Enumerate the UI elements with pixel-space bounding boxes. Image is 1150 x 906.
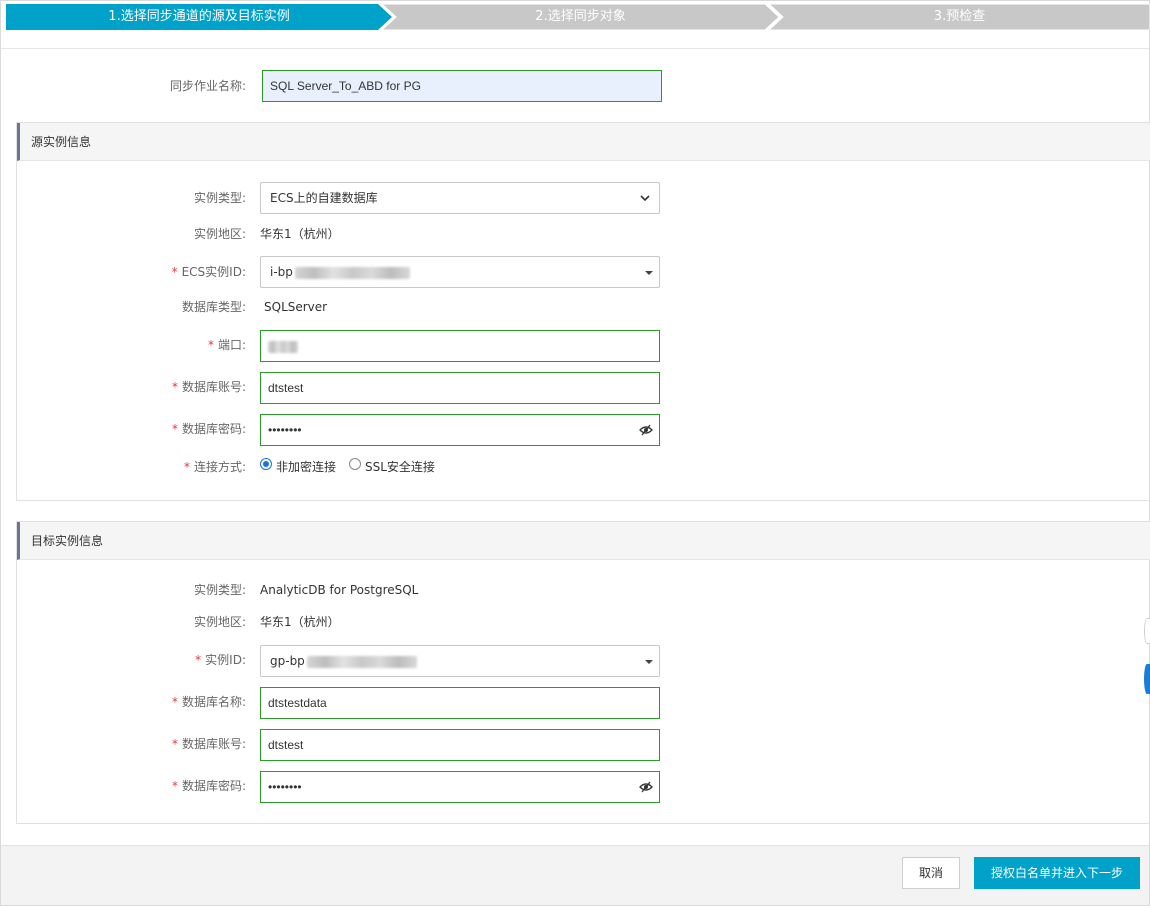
target-region-label: 实例地区: (193, 615, 246, 629)
source-account-input[interactable]: dtstest (260, 372, 660, 404)
required-star: * (171, 265, 178, 279)
source-account-label: * 数据库账号: (171, 380, 246, 394)
required-star: * (171, 695, 178, 709)
required-star: * (171, 737, 178, 751)
required-star: * (171, 422, 178, 436)
source-password-value: •••••••• (268, 423, 302, 437)
redacted-id (294, 266, 410, 279)
step-1-label: 1.选择同步通道的源及目标实例 (108, 9, 290, 24)
required-star: * (183, 460, 190, 474)
cancel-button[interactable]: 取消 (902, 857, 960, 889)
job-name-input[interactable]: SQL Server_To_ABD for PG (262, 70, 662, 102)
step-3-label: 3.预检查 (933, 9, 986, 24)
redacted-id (306, 655, 417, 668)
required-star: * (171, 380, 178, 394)
source-region-value: 华东1（杭州） (260, 227, 340, 241)
target-password-label: * 数据库密码: (171, 779, 246, 793)
target-region-value: 华东1（杭州） (260, 615, 340, 629)
target-db-name-input[interactable]: dtstestdata (260, 687, 660, 719)
target-account-input[interactable]: dtstest (260, 729, 660, 761)
source-conn-label: * 连接方式: (183, 460, 246, 474)
side-widget-help[interactable] (1144, 664, 1150, 694)
authorize-next-button[interactable]: 授权白名单并进入下一步 (974, 857, 1140, 889)
job-name-label: 同步作业名称: (169, 79, 246, 93)
target-panel-title: 目标实例信息 (17, 522, 1150, 560)
source-port-label: * 端口: (207, 338, 246, 352)
required-star: * (171, 779, 178, 793)
source-port-input[interactable] (260, 330, 660, 362)
radio-unencrypted[interactable] (260, 458, 272, 470)
target-password-input[interactable]: •••••••• (260, 771, 660, 803)
chevron-down-icon (640, 195, 650, 202)
source-instance-type-label: 实例类型: (193, 191, 246, 205)
eye-slash-icon[interactable] (639, 423, 653, 437)
radio-unencrypted-label[interactable]: 非加密连接 (276, 460, 336, 474)
source-instance-type-select[interactable]: ECS上的自建数据库 (260, 182, 660, 214)
step-2[interactable]: 2.选择同步对象 (382, 4, 779, 30)
source-instance-type-value: ECS上的自建数据库 (270, 191, 378, 205)
target-account-label: * 数据库账号: (171, 737, 246, 751)
caret-down-icon (645, 271, 653, 275)
required-star: * (207, 338, 214, 352)
caret-down-icon (645, 660, 653, 664)
source-ecs-id-value: i-bp (270, 265, 293, 279)
source-ecs-id-label: * ECS实例ID: (171, 265, 246, 279)
source-ecs-id-select[interactable]: i-bp (260, 256, 660, 288)
target-instance-type-label: 实例类型: (193, 583, 246, 597)
target-instance-type-value: AnalyticDB for PostgreSQL (260, 583, 419, 597)
wizard-steps: 1.选择同步通道的源及目标实例 2.选择同步对象 3.预检查 (6, 4, 1150, 30)
step-3[interactable]: 3.预检查 (769, 4, 1150, 30)
source-panel-title: 源实例信息 (17, 123, 1150, 161)
eye-slash-icon[interactable] (639, 780, 653, 794)
radio-ssl-label[interactable]: SSL安全连接 (365, 460, 435, 474)
source-db-type-label: 数据库类型: (181, 300, 246, 314)
target-instance-id-value: gp-bp (270, 654, 305, 668)
source-db-type-value: SQLServer (264, 300, 328, 314)
divider (1, 48, 1149, 49)
source-region-label: 实例地区: (193, 227, 246, 241)
target-instance-id-select[interactable]: gp-bp (260, 645, 660, 677)
redacted-port (268, 340, 298, 353)
step-1[interactable]: 1.选择同步通道的源及目标实例 (6, 4, 392, 30)
required-star: * (195, 653, 202, 667)
source-password-input[interactable]: •••••••• (260, 414, 660, 446)
target-db-name-label: * 数据库名称: (171, 695, 246, 709)
step-2-label: 2.选择同步对象 (535, 9, 626, 24)
target-instance-id-label: * 实例ID: (195, 653, 246, 667)
source-password-label: * 数据库密码: (171, 422, 246, 436)
side-widget-top[interactable] (1144, 618, 1150, 644)
radio-ssl[interactable] (349, 458, 361, 470)
target-password-value: •••••••• (268, 780, 302, 794)
